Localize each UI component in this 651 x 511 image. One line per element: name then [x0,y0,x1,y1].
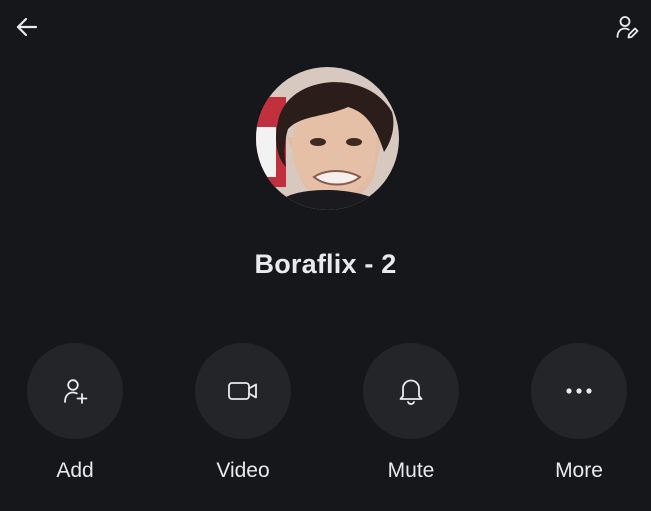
more-options-button[interactable]: More [531,343,627,483]
mute-button-circle[interactable] [363,343,459,439]
add-button-circle[interactable] [27,343,123,439]
more-button-circle[interactable] [531,343,627,439]
mute-button[interactable]: Mute [363,343,459,483]
group-avatar[interactable] [256,67,399,210]
video-call-button[interactable]: Video [195,343,291,483]
person-add-icon [61,377,89,405]
more-dots-icon [564,386,594,396]
mute-label: Mute [387,459,435,482]
arrow-left-icon [14,14,40,40]
person-edit-icon [614,14,640,40]
more-label: More [555,459,603,482]
group-name: Boraflix - 2 [254,249,397,279]
video-button-circle[interactable] [195,343,291,439]
video-camera-icon [226,377,260,405]
back-button[interactable] [11,11,43,43]
edit-group-button[interactable] [611,11,643,43]
group-avatar-image [256,67,399,210]
bell-icon [397,376,425,406]
add-label: Add [56,459,94,482]
video-label: Video [216,459,270,482]
add-member-button[interactable]: Add [27,343,123,483]
